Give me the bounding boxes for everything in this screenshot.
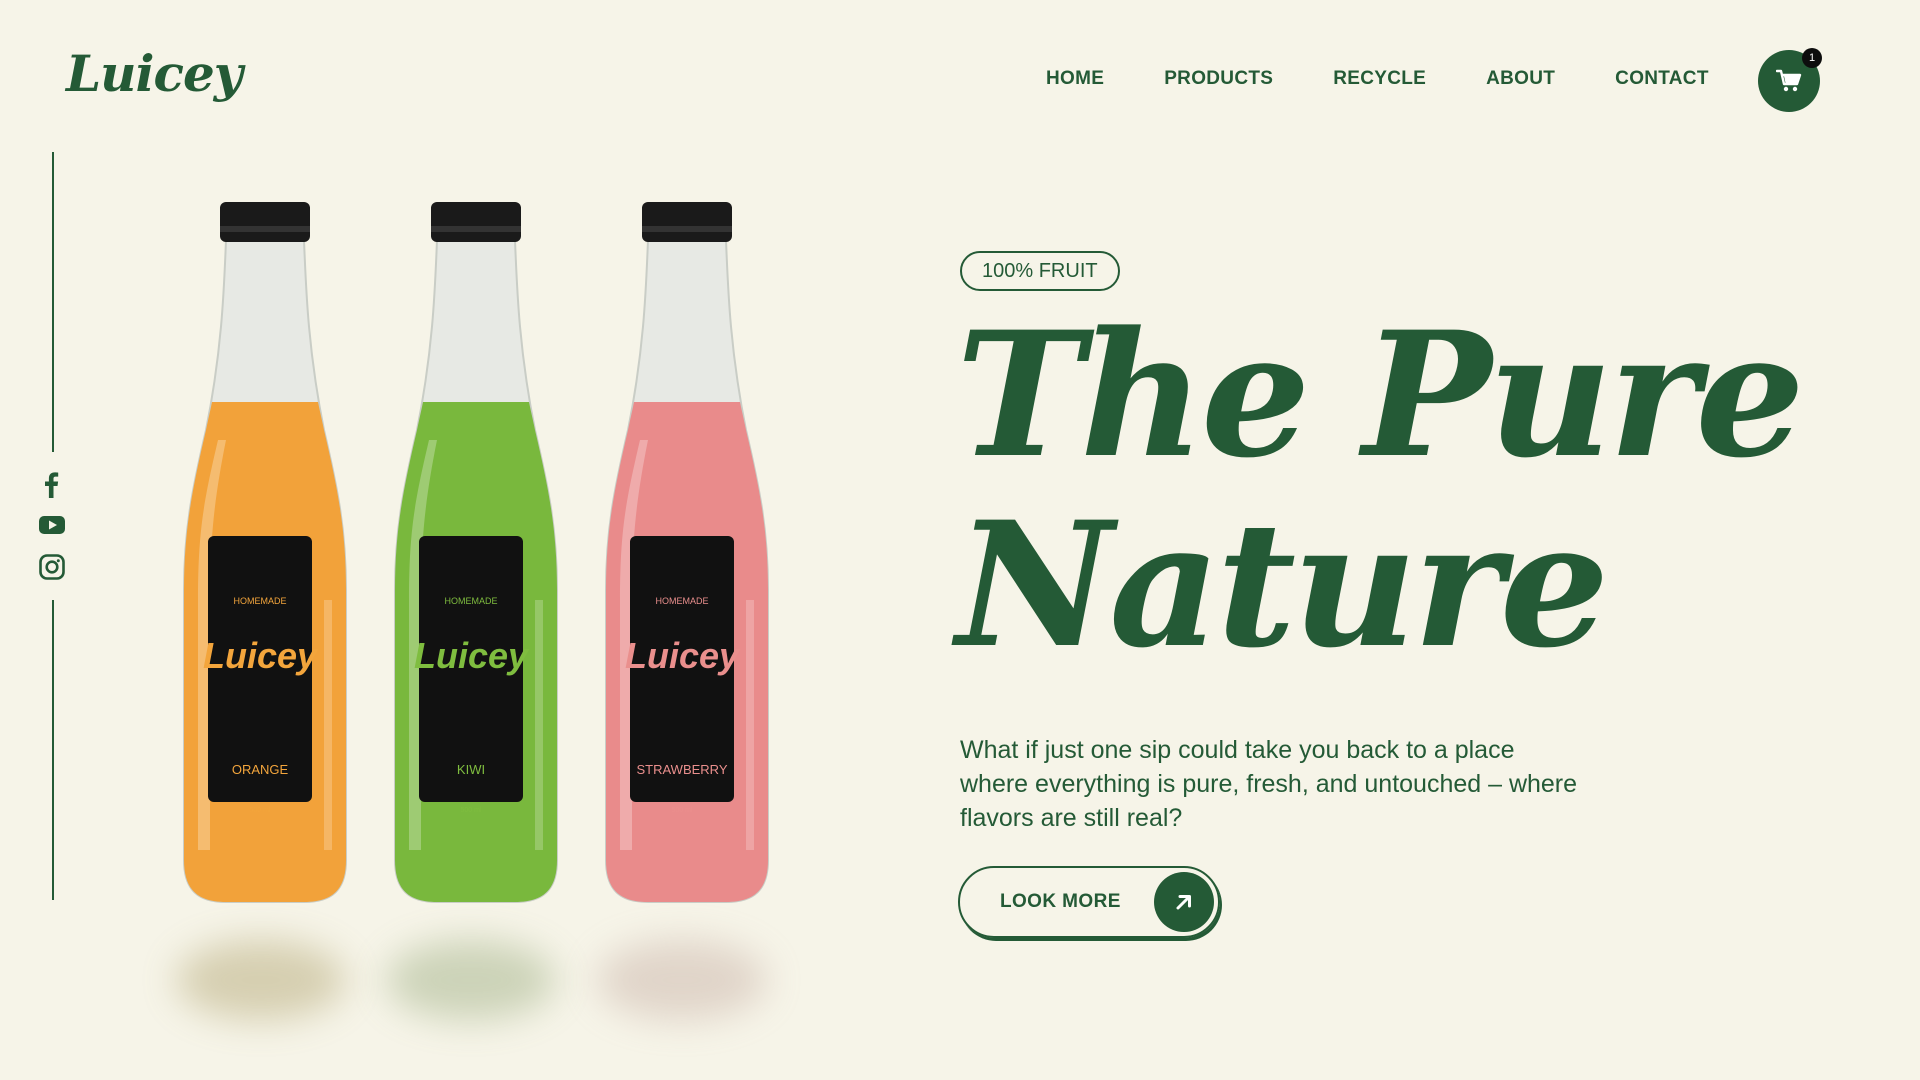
label-homemade: HOMEMADE	[444, 596, 497, 606]
headline-line-2: Nature	[956, 483, 1609, 686]
label-volume: 500 ml	[460, 807, 481, 814]
label-brand: Luicey	[203, 635, 319, 676]
bottle-shadow	[597, 940, 767, 1020]
brand-logo[interactable]: Luicey	[66, 44, 243, 103]
bottle-shadow	[386, 940, 556, 1020]
label-homemade: HOMEMADE	[233, 596, 286, 606]
label-brand: Luicey	[625, 635, 741, 676]
facebook-icon[interactable]	[38, 472, 66, 498]
label-flavor: STRAWBERRY	[636, 762, 727, 777]
hero-description: What if just one sip could take you back…	[960, 736, 1578, 832]
nav-contact[interactable]: CONTACT	[1615, 68, 1709, 90]
social-links	[38, 472, 66, 580]
nav-products[interactable]: PRODUCTS	[1164, 68, 1273, 90]
bottle-orange[interactable]: HOMEMADE Luicey ORANGE 500 ml	[174, 200, 356, 920]
hero-headline: The Pure Nature	[956, 293, 1805, 686]
fruit-tag: 100% FRUIT	[960, 251, 1120, 291]
nav-recycle[interactable]: RECYCLE	[1333, 68, 1426, 90]
bottle-shadow	[176, 940, 346, 1020]
cart-count-badge: 1	[1802, 48, 1822, 68]
label-volume: 500 ml	[671, 807, 692, 814]
nav-about[interactable]: ABOUT	[1486, 68, 1555, 90]
label-brand: Luicey	[414, 635, 530, 676]
cart-icon	[1776, 69, 1802, 92]
product-bottles: HOMEMADE Luicey ORANGE 500 ml HOMEMADE Luice…	[170, 200, 810, 1040]
cart-button[interactable]: 1	[1758, 48, 1822, 112]
youtube-icon[interactable]	[38, 513, 66, 537]
sidebar-line-bottom	[52, 600, 54, 900]
cta-arrow-circle	[1154, 872, 1214, 932]
bottle-strawberry[interactable]: HOMEMADE Luicey STRAWBERRY 500 ml	[596, 200, 778, 920]
arrow-up-right-icon	[1176, 895, 1191, 910]
sidebar-line-top	[52, 152, 54, 452]
look-more-button[interactable]: LOOK MORE	[958, 866, 1220, 938]
label-flavor: KIWI	[457, 762, 485, 777]
bottle-graphic: HOMEMADE Luicey STRAWBERRY 500 ml	[605, 202, 769, 903]
label-flavor: ORANGE	[232, 762, 289, 777]
label-homemade: HOMEMADE	[655, 596, 708, 606]
label-volume: 500 ml	[249, 807, 270, 814]
look-more-label: LOOK MORE	[1000, 891, 1121, 912]
bottle-graphic: HOMEMADE Luicey ORANGE 500 ml	[183, 202, 347, 903]
bottle-graphic: HOMEMADE Luicey KIWI 500 ml	[394, 202, 558, 903]
main-nav: HOME PRODUCTS RECYCLE ABOUT CONTACT	[1046, 68, 1709, 90]
headline-line-1: The Pure	[956, 293, 1805, 496]
instagram-icon[interactable]	[38, 554, 66, 580]
bottle-kiwi[interactable]: HOMEMADE Luicey KIWI 500 ml	[385, 200, 567, 920]
nav-home[interactable]: HOME	[1046, 68, 1104, 90]
